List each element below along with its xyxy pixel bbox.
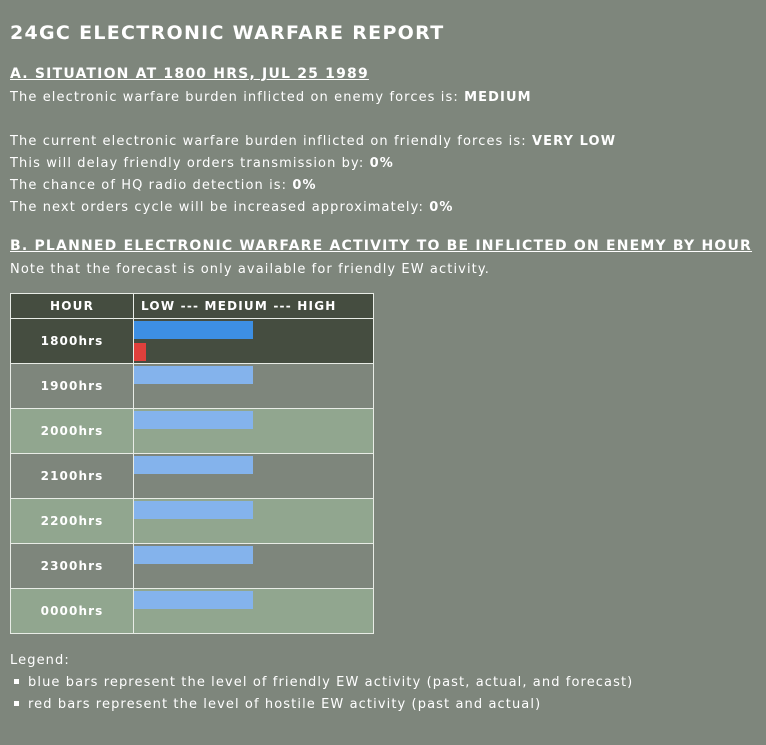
hostile-ew-bar (134, 343, 146, 361)
friendly-ew-bar (134, 321, 253, 339)
level-cell (133, 588, 374, 634)
table-row: 1800hrs (10, 318, 374, 364)
delay-line: This will delay friendly orders transmis… (10, 156, 394, 171)
section-a-heading: A. SITUATION AT 1800 HRS, JUL 25 1989 (10, 66, 369, 82)
orders-cycle-value: 0% (429, 200, 454, 215)
legend-title: Legend: (10, 653, 70, 668)
detection-value: 0% (292, 178, 317, 193)
ew-activity-table: HOUR LOW --- MEDIUM --- HIGH 1800hrs 1900… (10, 293, 374, 634)
table-row: 2000hrs (10, 408, 374, 454)
table-row: 2300hrs (10, 543, 374, 589)
legend-item-blue-text: blue bars represent the level of friendl… (28, 675, 634, 690)
bullet-icon (14, 701, 19, 706)
level-cell (133, 363, 374, 409)
level-cell (133, 543, 374, 589)
table-row: 1900hrs (10, 363, 374, 409)
level-cell (133, 408, 374, 454)
table-row: 0000hrs (10, 588, 374, 634)
friendly-ew-bar (134, 591, 253, 609)
hour-cell: 1800hrs (10, 318, 134, 364)
ew-table-body: 1800hrs 1900hrs 2000hrs 2100hrs 2200hrs 2300h… (10, 318, 374, 634)
enemy-burden-line: The electronic warfare burden inflicted … (10, 90, 532, 105)
friendly-ew-bar (134, 501, 253, 519)
friendly-burden-line: The current electronic warfare burden in… (10, 134, 616, 149)
delay-value: 0% (369, 156, 394, 171)
level-cell (133, 498, 374, 544)
forecast-note: Note that the forecast is only available… (10, 262, 491, 277)
ew-table-header: HOUR LOW --- MEDIUM --- HIGH (10, 293, 374, 319)
detection-line: The chance of HQ radio detection is: 0% (10, 178, 317, 193)
friendly-ew-bar (134, 366, 253, 384)
report-title: 24GC ELECTRONIC WARFARE REPORT (10, 22, 445, 44)
section-b-heading: B. PLANNED ELECTRONIC WARFARE ACTIVITY T… (10, 238, 753, 254)
legend-item-red: red bars represent the level of hostile … (14, 697, 541, 712)
table-row: 2100hrs (10, 453, 374, 499)
detection-label: The chance of HQ radio detection is: (10, 178, 288, 193)
hour-cell: 2100hrs (10, 453, 134, 499)
hour-cell: 1900hrs (10, 363, 134, 409)
hour-column-header: HOUR (10, 293, 134, 319)
legend-item-red-text: red bars represent the level of hostile … (28, 697, 542, 712)
enemy-burden-value: MEDIUM (464, 90, 532, 105)
level-cell (133, 453, 374, 499)
hour-cell: 2200hrs (10, 498, 134, 544)
level-cell (133, 318, 374, 364)
bullet-icon (14, 679, 19, 684)
level-column-header: LOW --- MEDIUM --- HIGH (133, 293, 374, 319)
friendly-ew-bar (134, 411, 253, 429)
orders-cycle-label: The next orders cycle will be increased … (10, 200, 424, 215)
hour-cell: 0000hrs (10, 588, 134, 634)
legend-item-blue: blue bars represent the level of friendl… (14, 675, 633, 690)
friendly-burden-label: The current electronic warfare burden in… (10, 134, 527, 149)
enemy-burden-label: The electronic warfare burden inflicted … (10, 90, 459, 105)
table-row: 2200hrs (10, 498, 374, 544)
friendly-ew-bar (134, 456, 253, 474)
orders-cycle-line: The next orders cycle will be increased … (10, 200, 453, 215)
friendly-ew-bar (134, 546, 253, 564)
hour-cell: 2300hrs (10, 543, 134, 589)
hour-cell: 2000hrs (10, 408, 134, 454)
friendly-burden-value: VERY LOW (531, 134, 617, 149)
delay-label: This will delay friendly orders transmis… (10, 156, 365, 171)
